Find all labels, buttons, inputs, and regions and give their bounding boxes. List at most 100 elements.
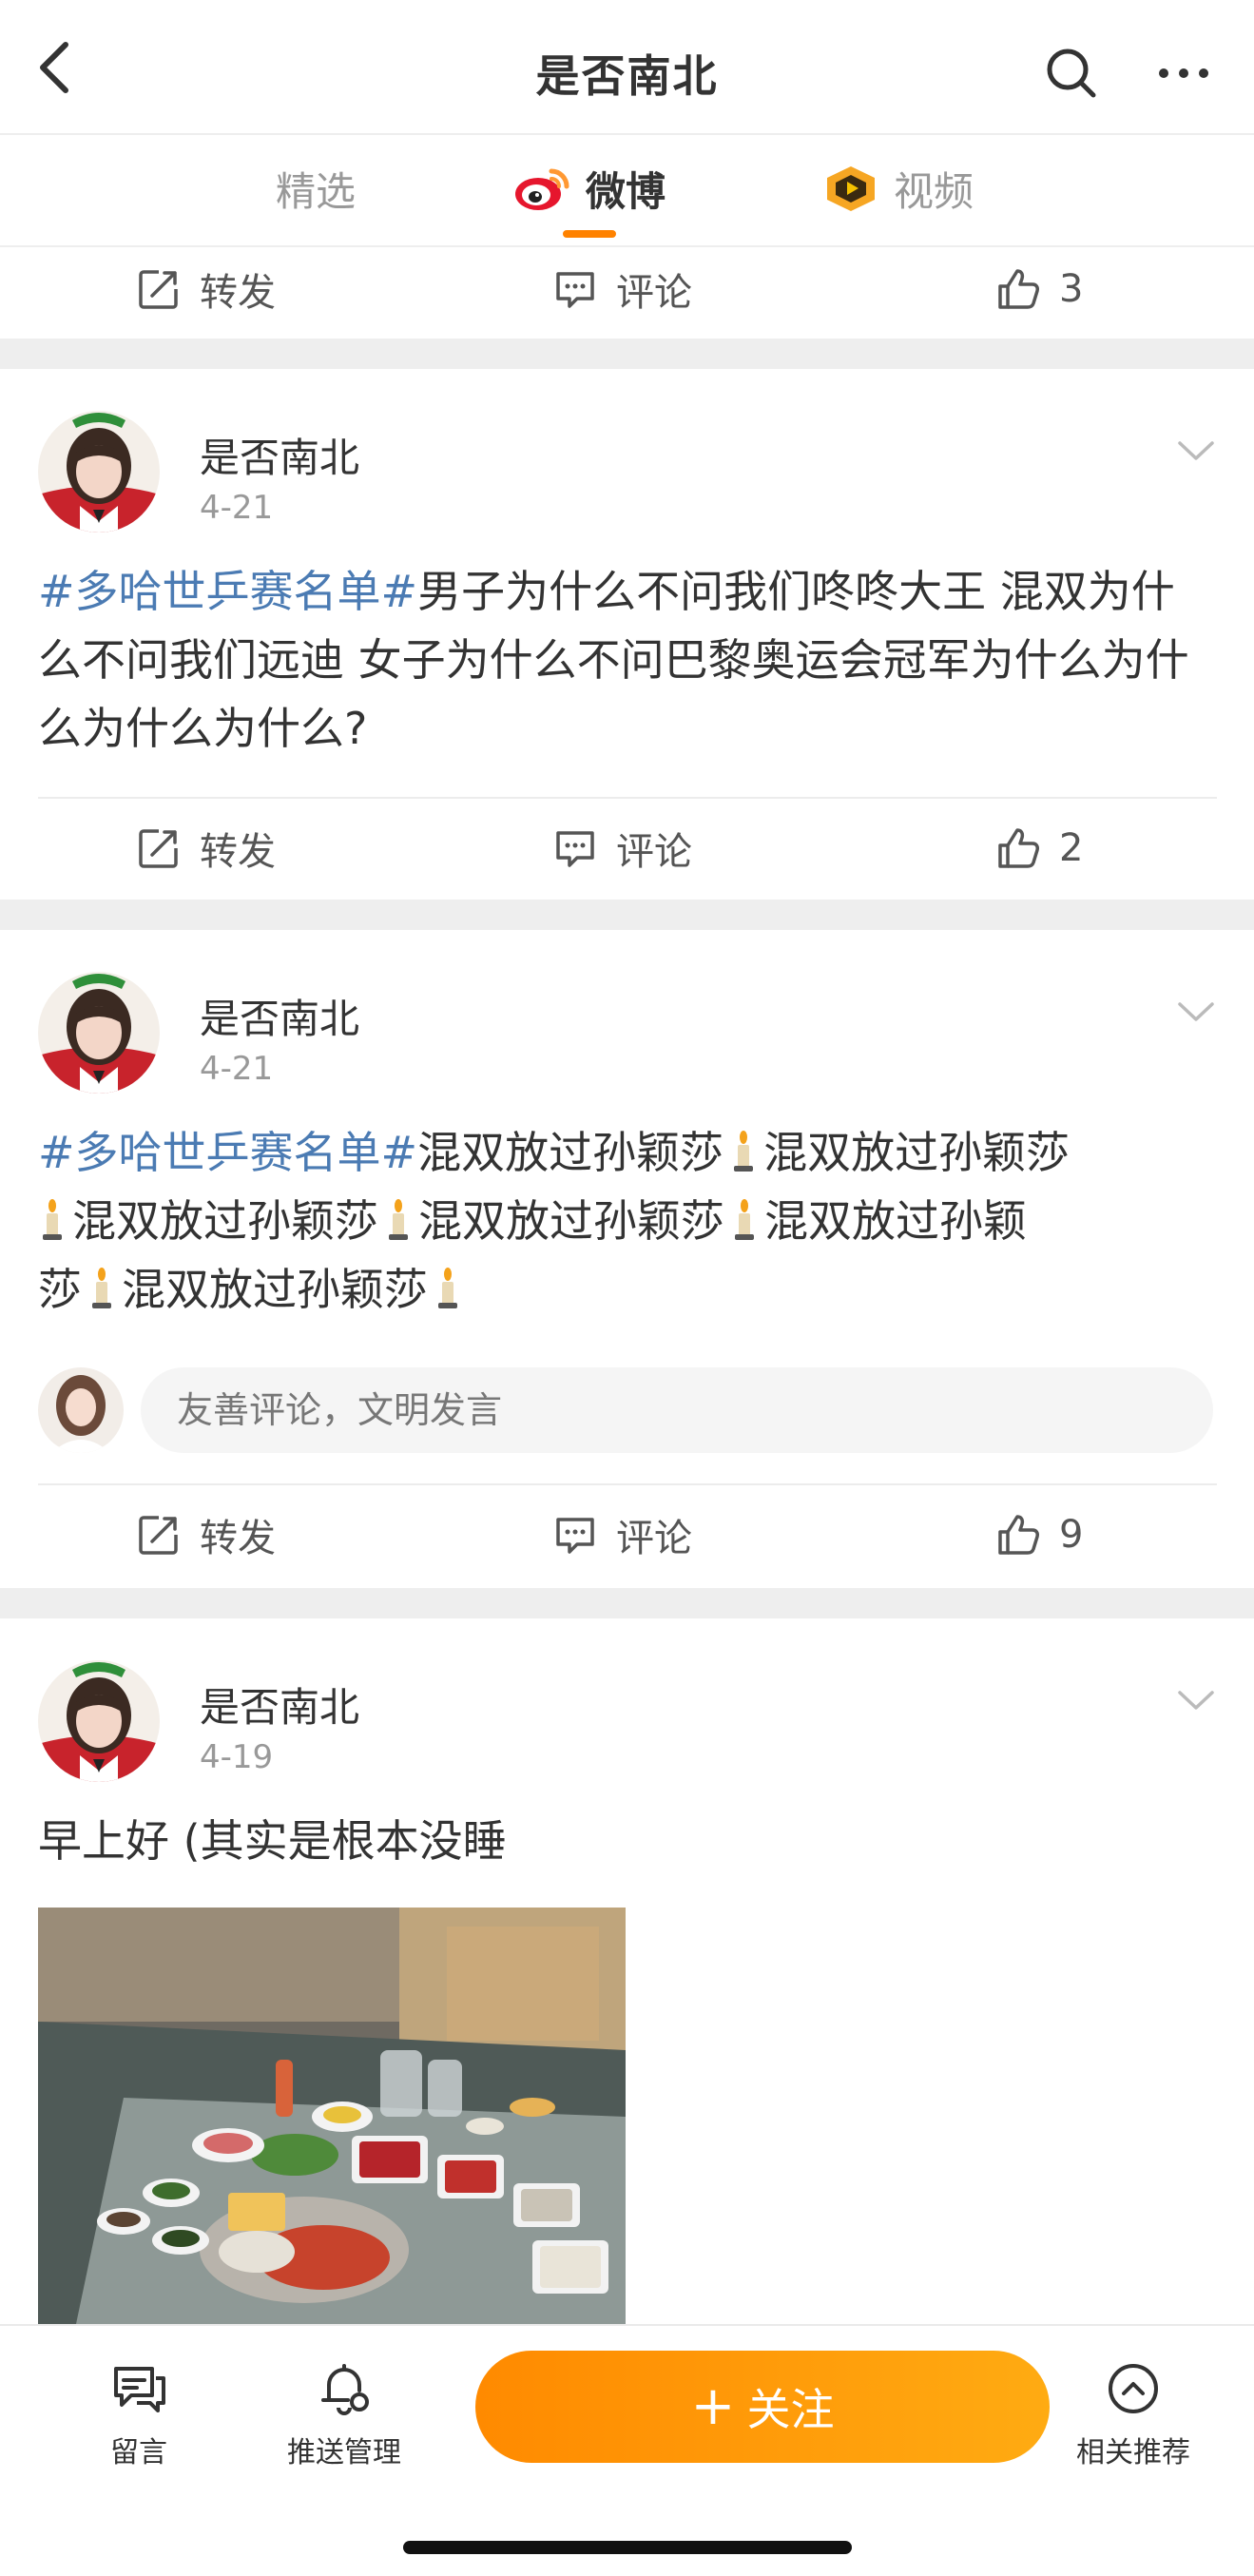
search-icon <box>1047 48 1096 98</box>
post-text: #多哈世乒赛名单#男子为什么不问我们咚咚大王 混双为什么不问我们远迪 女子为什么… <box>38 557 1217 763</box>
forward-icon <box>137 1513 181 1557</box>
like-button[interactable]: 2 <box>996 801 1083 896</box>
tab-label: 精选 <box>276 167 357 215</box>
message-button[interactable]: 留言 <box>63 2358 215 2470</box>
comment-icon <box>553 1513 597 1557</box>
follow-button[interactable]: + 关注 <box>475 2351 1050 2463</box>
forward-icon <box>137 267 181 311</box>
video-channel-icon <box>820 160 882 217</box>
post-body-segment: 混双放过孙颖莎 <box>122 1264 428 1315</box>
post-card: 是否南北 4-21 #多哈世乒赛名单#混双放过孙颖莎 混双放过孙颖莎 混双放过孙颖莎… <box>0 930 1254 1588</box>
forward-label: 转发 <box>200 271 276 315</box>
comment-label: 评论 <box>616 830 692 874</box>
post-menu-button[interactable] <box>1175 1679 1217 1721</box>
comment-button[interactable]: 评论 <box>553 242 692 337</box>
like-count: 9 <box>1059 1513 1084 1557</box>
feed-separator <box>0 900 1254 930</box>
forward-button[interactable]: 转发 <box>137 242 276 337</box>
hashtag-link[interactable]: #多哈世乒赛名单# <box>38 1127 417 1178</box>
thumbs-up-icon <box>996 1513 1040 1557</box>
tab-featured[interactable]: 精选 <box>276 160 356 217</box>
message-label: 留言 <box>110 2436 167 2469</box>
candle-emoji-icon <box>43 1199 62 1240</box>
chevron-down-icon <box>1178 1691 1214 1710</box>
post-body-segment: 混双放过孙颖莎 <box>417 1127 724 1178</box>
candle-emoji-icon <box>734 1131 754 1172</box>
comment-input[interactable]: 友善评论，文明发言 <box>141 1367 1213 1453</box>
candle-emoji-icon <box>438 1268 457 1308</box>
bell-settings-icon <box>314 2358 375 2419</box>
forward-button[interactable]: 转发 <box>137 1487 276 1582</box>
current-user-avatar <box>38 1367 124 1453</box>
message-chat-icon <box>108 2358 169 2419</box>
push-settings-button[interactable]: 推送管理 <box>268 2358 420 2470</box>
weibo-logo-icon <box>511 160 574 217</box>
post-card: 转发 评论 3 <box>0 247 1254 339</box>
tab-label: 视频 <box>894 167 974 215</box>
forward-icon <box>137 826 181 870</box>
push-settings-label: 推送管理 <box>287 2436 401 2469</box>
like-button[interactable]: 9 <box>996 1487 1083 1582</box>
tab-video[interactable]: 视频 <box>820 160 974 217</box>
chevron-down-icon <box>1178 1002 1214 1021</box>
feed-separator <box>0 1588 1254 1618</box>
comment-placeholder: 友善评论，文明发言 <box>177 1389 503 1431</box>
author-name[interactable]: 是否南北 <box>200 987 359 1045</box>
author-name[interactable]: 是否南北 <box>200 426 359 484</box>
author-avatar[interactable] <box>38 1660 160 1782</box>
candle-emoji-icon <box>92 1268 111 1308</box>
post-menu-button[interactable] <box>1175 430 1217 472</box>
thumbs-up-icon <box>996 826 1040 870</box>
like-count: 2 <box>1059 826 1084 870</box>
post-menu-button[interactable] <box>1175 991 1217 1033</box>
author-avatar[interactable] <box>38 411 160 533</box>
more-dots-icon <box>1159 68 1208 78</box>
chevron-up-circle-icon <box>1103 2358 1164 2419</box>
post-text: #多哈世乒赛名单#混双放过孙颖莎 混双放过孙颖莎 混双放过孙颖莎 混双放过孙颖莎 混双放… <box>38 1118 1217 1324</box>
author-name[interactable]: 是否南北 <box>200 1675 359 1733</box>
post-body-segment: 混双放过孙颖莎 <box>763 1127 1071 1178</box>
divider <box>38 1483 1217 1485</box>
forward-button[interactable]: 转发 <box>137 801 276 896</box>
post-time: 4-21 <box>200 489 274 527</box>
post-time: 4-19 <box>200 1738 274 1776</box>
post-action-bar: 转发 评论 9 <box>0 1487 1254 1582</box>
like-button[interactable]: 3 <box>996 242 1083 337</box>
top-nav-bar: 是否南北 <box>0 0 1254 135</box>
thumbs-up-icon <box>996 267 1040 311</box>
comment-label: 评论 <box>616 271 692 315</box>
tab-label: 微博 <box>586 167 666 215</box>
tab-weibo[interactable]: 微博 <box>511 160 666 217</box>
author-avatar[interactable] <box>38 972 160 1094</box>
feed-separator <box>0 339 1254 369</box>
post-image-hotpot[interactable] <box>38 1908 626 2324</box>
profile-tabs: 精选 微博 视频 <box>0 137 1254 247</box>
chevron-down-icon <box>1178 441 1214 460</box>
more-options-button[interactable] <box>1148 38 1219 108</box>
post-text: 早上好 (其实是根本没睡 <box>38 1815 507 1867</box>
post-body-segment: 混双放过孙颖莎 <box>72 1195 378 1247</box>
post-body-segment: 莎 <box>38 1264 82 1315</box>
comment-label: 评论 <box>616 1517 692 1560</box>
active-tab-indicator <box>563 230 616 238</box>
like-count: 3 <box>1059 267 1084 311</box>
forward-label: 转发 <box>200 1517 276 1560</box>
related-recommend-button[interactable]: 相关推荐 <box>1057 2358 1209 2470</box>
post-body-segment: 混双放过孙颖莎 <box>418 1195 724 1247</box>
bottom-toolbar: 留言 推送管理 + 关注 相关推荐 <box>0 2324 1254 2576</box>
candle-emoji-icon <box>389 1199 408 1240</box>
hashtag-link[interactable]: #多哈世乒赛名单# <box>38 566 417 617</box>
comment-icon <box>553 267 597 311</box>
comment-button[interactable]: 评论 <box>553 801 692 896</box>
related-recommend-label: 相关推荐 <box>1076 2436 1190 2469</box>
home-indicator <box>403 2541 852 2554</box>
candle-emoji-icon <box>735 1199 754 1240</box>
plus-icon: + <box>690 2375 736 2437</box>
comment-icon <box>553 826 597 870</box>
comment-button[interactable]: 评论 <box>553 1487 692 1582</box>
forward-label: 转发 <box>200 830 276 874</box>
post-action-bar: 转发 评论 2 <box>0 801 1254 896</box>
search-button[interactable] <box>1036 38 1107 108</box>
follow-label: 关注 <box>746 2384 835 2435</box>
post-action-bar: 转发 评论 3 <box>0 242 1254 337</box>
